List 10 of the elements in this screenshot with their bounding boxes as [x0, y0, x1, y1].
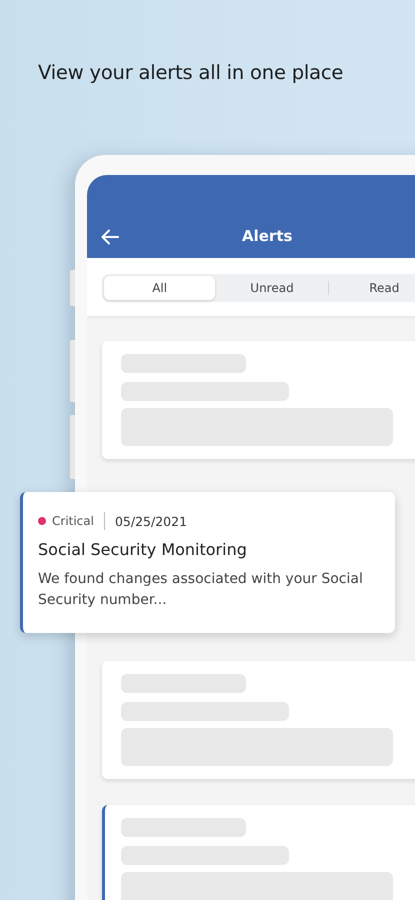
alert-description: We found changes associated with your Social Security number... — [38, 570, 364, 610]
alert-title: Social Security Monitoring — [38, 540, 248, 559]
filter-tab[interactable]: Read — [328, 276, 415, 300]
filter-tab[interactable]: Unread — [216, 276, 328, 300]
alert-date: 05/25/2021 — [114, 514, 188, 528]
headline: View your alerts all in one place — [37, 60, 344, 86]
alert-card[interactable]: Critical 05/25/2021 Social Security Monitoring We found changes associated with your Social Security number... — [20, 492, 395, 633]
filter-tab[interactable]: All — [104, 276, 216, 300]
screen-title: Alerts — [242, 227, 292, 245]
severity-label: Critical — [52, 514, 94, 528]
